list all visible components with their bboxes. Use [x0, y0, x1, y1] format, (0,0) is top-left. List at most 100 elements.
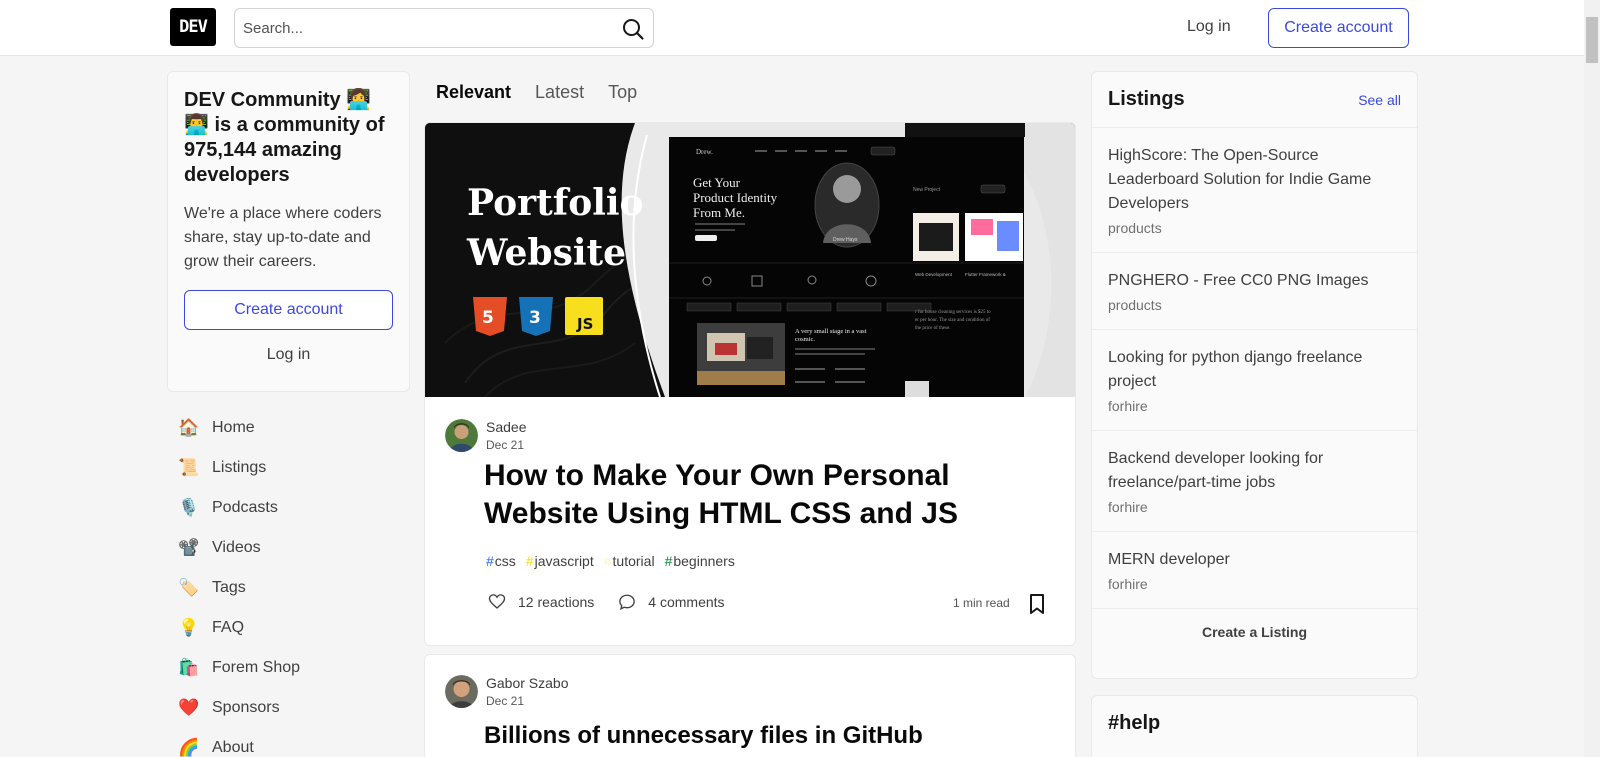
tag-icon: 🏷️: [178, 578, 200, 597]
cover-title-line1: Portfolio: [467, 182, 644, 224]
mock-name: Drew Hays: [833, 237, 858, 243]
listing-title[interactable]: Backend developer looking for freelance/…: [1108, 447, 1401, 495]
listings-title[interactable]: Listings: [1108, 88, 1185, 111]
listing-item[interactable]: MERN developer forhire: [1092, 532, 1417, 609]
sidebar-item-label: Forem Shop: [212, 659, 301, 676]
avatar[interactable]: [445, 675, 478, 708]
community-title: DEV Community 👩‍💻👨‍💻 is a community of 9…: [184, 89, 385, 186]
post-date[interactable]: Dec 21: [486, 694, 569, 708]
listing-title[interactable]: MERN developer: [1108, 548, 1401, 572]
sidebar-item-podcasts[interactable]: 🎙️ Podcasts: [167, 488, 410, 528]
author-name[interactable]: Gabor Szabo: [486, 675, 569, 691]
listing-title[interactable]: HighScore: The Open-Source Leaderboard S…: [1108, 144, 1401, 216]
dev-logo[interactable]: DEV: [170, 8, 216, 46]
read-time: 1 min read: [953, 596, 1010, 610]
post-author[interactable]: Gabor Szabo Dec 21: [445, 675, 569, 708]
html5-badge: 5: [473, 297, 507, 336]
sidebar-item-label: Home: [212, 419, 255, 436]
html5-badge-label: 5: [482, 308, 494, 328]
sidebar-item-faq[interactable]: 💡 FAQ: [167, 608, 410, 648]
lightbulb-icon: 💡: [178, 618, 200, 637]
microphone-icon: 🎙️: [178, 498, 200, 517]
mock-brand: Drew.: [696, 148, 713, 156]
post-title[interactable]: Billions of unnecessary files in GitHub: [484, 721, 1044, 751]
scrollbar[interactable]: [1584, 0, 1600, 757]
sidebar-item-label: Listings: [212, 459, 267, 476]
post-date[interactable]: Dec 21: [486, 438, 526, 452]
css3-badge-label: 3: [529, 308, 541, 328]
article-card[interactable]: Gabor Szabo Dec 21 Billions of unnecessa…: [424, 654, 1076, 757]
listings-header: Listings See all: [1092, 72, 1417, 128]
js-badge: JS: [565, 297, 603, 335]
sidebar-item-sponsors[interactable]: ❤️ Sponsors: [167, 688, 410, 728]
sidebar-nav: 🏠 Home 📜 Listings 🎙️ Podcasts 📽️ Videos 🏷️ Ta…: [167, 408, 410, 757]
sidebar-item-home[interactable]: 🏠 Home: [167, 408, 410, 448]
sidebar-login-link[interactable]: Log in: [184, 338, 393, 372]
listing-item[interactable]: HighScore: The Open-Source Leaderboard S…: [1092, 128, 1417, 253]
avatar[interactable]: [445, 419, 478, 452]
listing-title[interactable]: PNGHERO - Free CC0 PNG Images: [1108, 269, 1401, 293]
listing-category: products: [1108, 297, 1162, 313]
see-all-link[interactable]: See all: [1358, 92, 1401, 108]
scrollbar-thumb[interactable]: [1586, 17, 1598, 63]
tag-tutorial[interactable]: #tutorial: [604, 553, 655, 569]
search-icon[interactable]: [621, 17, 645, 41]
bookmark-button[interactable]: [1027, 593, 1047, 620]
author-name[interactable]: Sadee: [486, 419, 526, 435]
svg-text:r for house cleaning services: r for house cleaning services is $25 to: [915, 310, 991, 315]
help-title[interactable]: #help: [1108, 712, 1401, 735]
comments-count: 4 comments: [648, 594, 725, 610]
sidebar-item-tags[interactable]: 🏷️ Tags: [167, 568, 410, 608]
svg-text:Flutter Framework &: Flutter Framework &: [965, 272, 1006, 277]
sidebar-item-listings[interactable]: 📜 Listings: [167, 448, 410, 488]
listing-category: forhire: [1108, 398, 1148, 414]
svg-text:the price of these.: the price of these.: [915, 326, 951, 331]
login-link[interactable]: Log in: [1187, 18, 1231, 36]
community-description: We're a place where coders share, stay u…: [184, 205, 382, 270]
cover-image[interactable]: Drew. Get Your Product Identity From Me.…: [425, 123, 1075, 397]
house-icon: 🏠: [178, 418, 200, 437]
help-widget: #help: [1091, 695, 1418, 757]
listing-item[interactable]: PNGHERO - Free CC0 PNG Images products: [1092, 253, 1417, 330]
listing-item[interactable]: Backend developer looking for freelance/…: [1092, 431, 1417, 532]
listing-category: forhire: [1108, 499, 1148, 515]
tag-javascript[interactable]: #javascript: [526, 553, 594, 569]
listing-item[interactable]: Looking for python django freelance proj…: [1092, 330, 1417, 431]
community-card: DEV Community 👩‍💻👨‍💻 is a community of 9…: [167, 71, 410, 392]
create-account-button[interactable]: Create account: [1268, 8, 1409, 48]
article-card[interactable]: Drew. Get Your Product Identity From Me.…: [424, 122, 1076, 646]
tag-css[interactable]: #css: [486, 553, 516, 569]
comments-button[interactable]: 4 comments: [618, 593, 725, 611]
film-projector-icon: 📽️: [178, 538, 200, 557]
tab-relevant[interactable]: Relevant: [436, 82, 511, 103]
shopping-bags-icon: 🛍️: [178, 658, 200, 677]
listing-title[interactable]: Looking for python django freelance proj…: [1108, 346, 1401, 394]
bookmark-icon: [1030, 594, 1044, 614]
post-author[interactable]: Sadee Dec 21: [445, 419, 526, 452]
reactions-button[interactable]: 12 reactions: [488, 593, 594, 611]
sidebar-item-forem-shop[interactable]: 🛍️ Forem Shop: [167, 648, 410, 688]
cover-illustration: Drew. Get Your Product Identity From Me.…: [425, 123, 1075, 397]
post-title[interactable]: How to Make Your Own Personal Website Us…: [484, 457, 1054, 533]
svg-text:Product Identity: Product Identity: [693, 190, 778, 205]
top-header: DEV Log in Create account: [0, 0, 1584, 56]
sidebar-item-label: Sponsors: [212, 699, 280, 716]
sidebar-item-about[interactable]: 🌈 About: [167, 728, 410, 757]
tag-beginners[interactable]: #beginners: [665, 553, 735, 569]
sidebar-create-account-button[interactable]: Create account: [184, 290, 393, 330]
listings-widget: Listings See all HighScore: The Open-Sou…: [1091, 71, 1418, 679]
js-badge-label: JS: [576, 315, 593, 333]
create-listing-button[interactable]: Create a Listing: [1092, 609, 1417, 655]
heart-icon: ❤️: [178, 698, 200, 717]
search-input[interactable]: [235, 9, 605, 47]
sidebar-item-label: Podcasts: [212, 499, 278, 516]
tab-top[interactable]: Top: [608, 82, 637, 103]
svg-text:er per hour. The size and cond: er per hour. The size and condition of: [915, 318, 990, 323]
css3-badge: 3: [519, 297, 553, 336]
comment-icon: [619, 594, 636, 610]
svg-text:Get Your: Get Your: [693, 175, 741, 190]
tab-latest[interactable]: Latest: [535, 82, 584, 103]
sidebar-item-label: About: [212, 739, 254, 756]
sidebar-item-videos[interactable]: 📽️ Videos: [167, 528, 410, 568]
search-box[interactable]: [234, 8, 654, 48]
